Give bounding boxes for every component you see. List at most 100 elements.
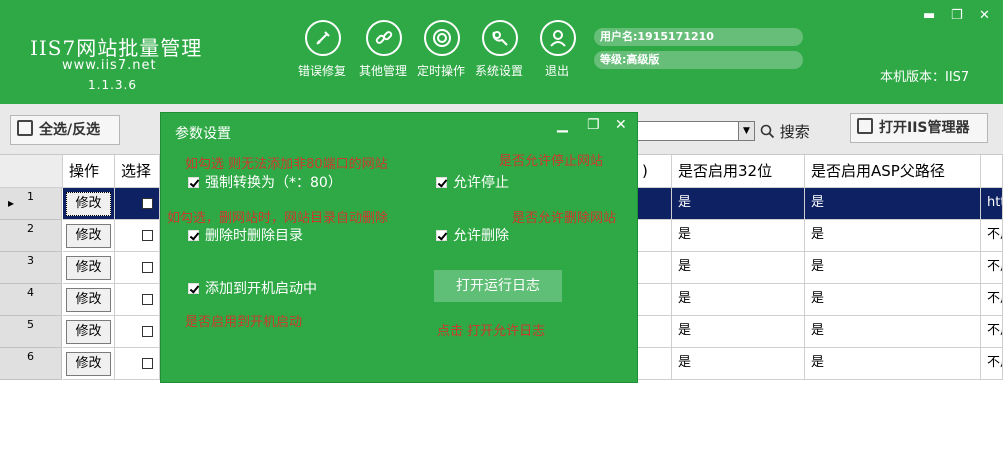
delete-dir-label: 删除时删除目录 — [205, 228, 303, 244]
checkbox-checked-icon — [188, 283, 199, 294]
cell-more: 不用 — [981, 252, 1003, 284]
tool-timer-label: 定时操作 — [416, 64, 465, 78]
search-label: 搜索 — [779, 123, 810, 141]
dialog-restore-icon[interactable]: ❐ — [587, 117, 600, 133]
row-number-label: 6 — [27, 350, 34, 363]
select-cell — [115, 284, 160, 316]
note-delete-dir: 如勾选，删网站时，网站目录自动删除 — [167, 211, 389, 226]
tool-repair-label: 错误修复 — [297, 64, 346, 78]
row-number[interactable]: 6 — [0, 348, 62, 380]
restore-icon[interactable]: ❐ — [951, 8, 963, 23]
checkbox-checked-icon — [436, 230, 447, 241]
app-logo-title: IIS7网站批量管理 — [30, 36, 203, 60]
iis-icon — [857, 118, 873, 134]
row-checkbox[interactable] — [142, 198, 153, 209]
link-icon — [366, 20, 402, 56]
select-all-label: 全选/反选 — [39, 122, 101, 138]
row-number-label: 2 — [27, 222, 34, 235]
row-number-label: 1 — [27, 190, 34, 203]
delete-dir-checkbox[interactable]: 删除时删除目录 — [188, 225, 303, 245]
filter-select[interactable]: ▼ — [636, 121, 755, 141]
row-checkbox[interactable] — [142, 326, 153, 337]
note-force-convert: 如勾选 则无法添加非80端口的网站 — [185, 157, 388, 172]
cell-more: 不用 — [981, 316, 1003, 348]
tool-exit-label: 退出 — [544, 64, 569, 78]
partial-cell — [636, 252, 672, 284]
row-checkbox[interactable] — [142, 230, 153, 241]
partial-cell — [636, 188, 672, 220]
select-all-button[interactable]: 全选/反选 — [10, 115, 120, 145]
row-number[interactable]: 4 — [0, 284, 62, 316]
select-cell — [115, 252, 160, 284]
row-number[interactable]: 5 — [0, 316, 62, 348]
allow-stop-checkbox[interactable]: 允许停止 — [436, 172, 509, 192]
column-header-select[interactable]: 选择 — [115, 155, 160, 188]
note-allow-delete: 是否允许删除网站 — [512, 211, 617, 226]
cell-asp-parent: 是 — [805, 252, 981, 284]
tool-exit[interactable]: 退出 — [527, 20, 587, 80]
app-logo-version: 1.1.3.6 — [88, 78, 137, 92]
open-log-button[interactable]: 打开运行日志 — [434, 270, 562, 302]
column-header-asp-parent[interactable]: 是否启用ASP父路径 — [805, 155, 981, 188]
cell-asp-parent: 是 — [805, 316, 981, 348]
column-header-action[interactable]: 操作 — [63, 155, 115, 188]
cell-more: 不用 — [981, 348, 1003, 380]
row-checkbox[interactable] — [142, 358, 153, 369]
search-button[interactable]: 搜索 — [760, 121, 810, 142]
chevron-down-icon[interactable]: ▼ — [738, 122, 754, 140]
edit-button[interactable]: 修改 — [66, 192, 111, 216]
checkbox-icon — [17, 120, 33, 136]
cell-asp-parent: 是 — [805, 220, 981, 252]
checkbox-checked-icon — [188, 230, 199, 241]
cell-more: 不用 — [981, 284, 1003, 316]
dialog-title: 参数设置 — [175, 126, 231, 142]
timer-icon — [424, 20, 460, 56]
allow-delete-checkbox[interactable]: 允许删除 — [436, 225, 509, 245]
tool-other[interactable]: 其他管理 — [353, 20, 413, 80]
column-header-partial[interactable]: ) — [636, 155, 672, 188]
search-icon — [760, 123, 780, 141]
cell-32bit: 是 — [672, 188, 805, 220]
cell-32bit: 是 — [672, 252, 805, 284]
cell-32bit: 是 — [672, 316, 805, 348]
row-checkbox[interactable] — [142, 294, 153, 305]
add-startup-label: 添加到开机启动中 — [205, 281, 317, 297]
tool-settings[interactable]: 系统设置 — [469, 20, 529, 80]
edit-button[interactable]: 修改 — [66, 224, 111, 248]
row-number-label: 3 — [27, 254, 34, 267]
row-number-label: 5 — [27, 318, 34, 331]
settings-dialog: 参数设置 ▁ ❐ ✕ 如勾选 则无法添加非80端口的网站 是否允许停止网站 强制… — [160, 112, 638, 383]
edit-button[interactable]: 修改 — [66, 352, 111, 376]
column-header-32bit[interactable]: 是否启用32位 — [672, 155, 805, 188]
current-row-arrow-icon: ▸ — [8, 196, 15, 210]
username-badge: 用户名:1915171210 — [594, 28, 803, 46]
note-add-startup: 是否启用到开机启动 — [185, 315, 303, 330]
tool-timer[interactable]: 定时操作 — [411, 20, 471, 80]
row-number[interactable]: ▸ 1 — [0, 188, 62, 220]
checkbox-checked-icon — [436, 177, 447, 188]
close-icon[interactable]: ✕ — [979, 8, 990, 23]
dialog-close-icon[interactable]: ✕ — [615, 117, 627, 133]
note-allow-stop: 是否允许停止网站 — [499, 154, 604, 169]
edit-button[interactable]: 修改 — [66, 288, 111, 312]
tool-settings-label: 系统设置 — [474, 64, 523, 78]
dialog-minimize-icon[interactable]: ▁ — [557, 117, 568, 133]
row-number[interactable]: 3 — [0, 252, 62, 284]
tool-repair[interactable]: 错误修复 — [292, 20, 352, 80]
edit-button[interactable]: 修改 — [66, 320, 111, 344]
column-header-more[interactable] — [981, 155, 1003, 188]
select-cell — [115, 220, 160, 252]
row-number[interactable]: 2 — [0, 220, 62, 252]
edit-button[interactable]: 修改 — [66, 256, 111, 280]
row-checkbox[interactable] — [142, 262, 153, 273]
row-header-corner — [0, 155, 63, 188]
app-window: IIS7网站批量管理 www.iis7.net 1.1.3.6 错误修复 其他管… — [0, 0, 1003, 455]
open-iis-button[interactable]: 打开IIS管理器 — [850, 113, 988, 143]
cell-32bit: 是 — [672, 348, 805, 380]
level-badge: 等级:高级版 — [594, 51, 803, 69]
cell-32bit: 是 — [672, 220, 805, 252]
minimize-icon[interactable]: ▬ — [923, 8, 935, 23]
checkbox-checked-icon — [188, 177, 199, 188]
add-startup-checkbox[interactable]: 添加到开机启动中 — [188, 278, 317, 298]
force-convert-checkbox[interactable]: 强制转换为（*：80） — [188, 172, 342, 192]
